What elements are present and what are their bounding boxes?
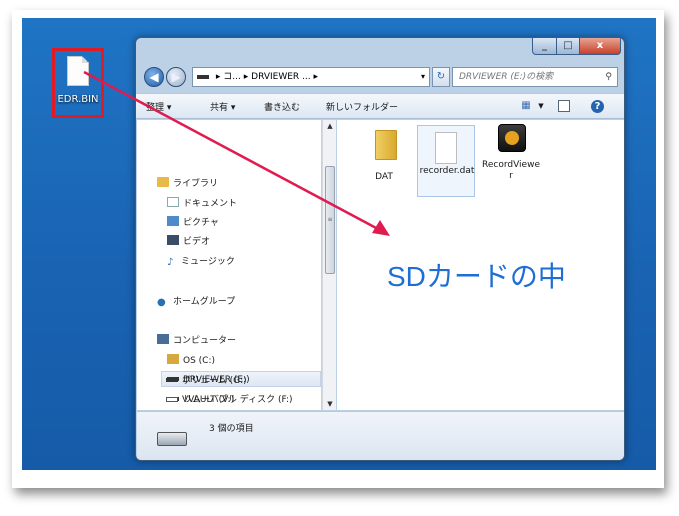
title-bar: _ □ x [136,38,624,62]
details-pane: 3 個の項目 [137,411,624,460]
file-label: recorder.dat [419,166,475,176]
search-icon[interactable]: ⚲ [605,68,612,86]
music-icon: ♪ [167,257,174,268]
nav-label: ピクチャ [183,218,219,228]
address-dropdown-icon[interactable]: ▾ [421,68,425,86]
video-icon [167,235,179,245]
share-button[interactable]: 共有 ▾ [210,100,235,113]
file-item-recordviewer[interactable]: RecordViewer [482,120,540,200]
forward-button[interactable]: ▶ [166,67,186,87]
drive-icon [167,377,179,381]
nav-videos[interactable]: ビデオ [167,234,210,250]
picture-icon [167,216,179,226]
command-bar: 整理 ▾ 共有 ▾ 書き込む 新しいフォルダー ▦ ▼ ? [136,93,624,119]
close-button[interactable]: x [579,38,621,55]
app-icon [498,124,526,152]
nav-label: リムーバブル ディスク (F:) [183,395,293,405]
folder-icon [375,130,397,160]
homegroup-icon: ● [157,297,166,308]
scroll-thumb[interactable]: ≡ [325,166,335,274]
nav-documents[interactable]: ドキュメント [167,196,237,212]
nav-label: ミュージック [181,257,235,267]
nav-label: コンピューター [173,336,237,346]
nav-computer[interactable]: コンピューター [157,333,236,349]
nav-library[interactable]: ライブラリ [157,176,218,192]
burn-button[interactable]: 書き込む [264,100,300,113]
drive-icon [157,432,187,446]
drive-icon [197,74,209,79]
nav-music[interactable]: ♪ ミュージック [167,254,235,270]
document-icon [167,197,179,207]
crumb-separator: ▸ [215,72,221,82]
navigation-pane: ライブラリ ドキュメント ピクチャ ビデオ ♪ ミュージック ● ホームグループ コ… [137,120,322,410]
help-icon[interactable]: ? [591,100,604,113]
drive-icon [167,354,179,364]
nav-drive-c[interactable]: OS (C:) [167,353,215,369]
nav-label: ホームグループ [173,297,236,307]
nav-label: OS (C:) [183,356,215,366]
view-dropdown-icon[interactable]: ▼ [534,99,548,113]
nav-scrollbar[interactable]: ▲ ≡ ▼ [322,120,336,410]
nav-label: DRVIEWER (E:) [183,375,250,385]
library-icon [157,177,169,187]
file-label: RecordViewer [482,160,540,181]
nav-label: ドキュメント [183,199,238,209]
scroll-down-icon[interactable]: ▼ [323,398,337,410]
file-icon [435,132,457,164]
desktop-file-edr-bin[interactable]: EDR.BIN [52,48,104,118]
refresh-button[interactable]: ↻ [432,67,450,87]
file-icon [67,56,89,86]
drive-icon [167,397,179,401]
crumb-separator: ▸ [243,72,249,82]
desktop-file-label: EDR.BIN [57,94,99,105]
preview-pane-icon[interactable] [558,100,570,112]
address-row: ◀ ▶ ▸ コ... ▸ DRVIEWER ... ▸ ▾ ↻ DRVIEWER… [136,62,624,92]
file-item-dat[interactable]: DAT [355,120,413,200]
file-label: DAT [375,172,393,182]
file-item-recorder-dat[interactable]: recorder.dat [417,125,475,197]
explorer-window: _ □ x ◀ ▶ ▸ コ... ▸ DRVIEWER ... ▸ ▾ ↻ DR… [135,37,625,461]
nav-label: ライブラリ [173,179,219,189]
organize-button[interactable]: 整理 ▾ [146,100,171,113]
breadcrumb-computer[interactable]: コ... [223,72,241,82]
view-options-icon[interactable]: ▦ [519,99,533,113]
nav-homegroup[interactable]: ● ホームグループ [157,294,235,310]
annotation-label: SDカードの中 [387,261,566,292]
nav-drive-e[interactable]: DRVIEWER (E:) [161,371,321,387]
maximize-button[interactable]: □ [556,38,580,55]
address-bar[interactable]: ▸ コ... ▸ DRVIEWER ... ▸ ▾ [192,67,430,87]
item-count: 3 個の項目 [209,424,254,434]
search-placeholder: DRVIEWER (E:)の検索 [459,72,554,82]
nav-pictures[interactable]: ピクチャ [167,215,219,231]
nav-label: ビデオ [183,237,211,247]
crumb-separator: ▸ [313,72,319,82]
search-input[interactable]: DRVIEWER (E:)の検索 ⚲ [452,67,618,87]
minimize-button[interactable]: _ [532,38,557,55]
scroll-up-icon[interactable]: ▲ [323,120,337,132]
computer-icon [157,334,169,344]
back-button[interactable]: ◀ [144,67,164,87]
nav-drive-f[interactable]: リムーバブル ディスク (F:) [167,392,293,408]
breadcrumb-drviewer[interactable]: DRVIEWER ... [251,72,310,82]
new-folder-button[interactable]: 新しいフォルダー [326,100,398,113]
